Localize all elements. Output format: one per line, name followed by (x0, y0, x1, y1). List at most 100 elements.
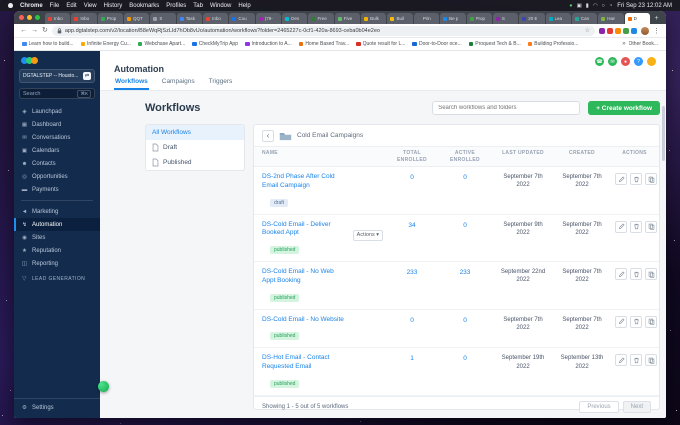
help-icon[interactable]: ? (634, 57, 643, 66)
maximize-window-button[interactable] (35, 15, 40, 20)
browser-tab[interactable]: Free (308, 13, 334, 24)
browser-tab[interactable]: Inbo (45, 13, 71, 24)
bookmark-item[interactable]: Home Based Trav... (298, 41, 349, 47)
minimize-window-button[interactable] (27, 15, 32, 20)
delete-button[interactable] (630, 173, 642, 185)
bookmark-item[interactable]: Webchase Apart... (137, 41, 185, 47)
bookmark-item[interactable]: Quote result for L... (356, 41, 405, 47)
new-tab-button[interactable]: + (651, 13, 662, 24)
duplicate-button[interactable] (645, 268, 657, 281)
duplicate-button[interactable] (645, 354, 657, 367)
delete-button[interactable] (630, 354, 642, 367)
browser-tab[interactable]: Prop (97, 13, 124, 24)
browser-tab[interactable]: Task (176, 13, 203, 24)
forward-nav-icon[interactable]: → (31, 27, 38, 34)
total-enrolled-value[interactable]: 0 (386, 316, 438, 343)
total-enrolled-value[interactable]: 34 (386, 221, 438, 257)
browser-tab[interactable]: Des (282, 13, 308, 24)
message-icon[interactable]: ✉ (608, 57, 617, 66)
menubar-item-view[interactable]: View (84, 3, 97, 9)
create-workflow-button[interactable]: + Create workflow (588, 101, 660, 115)
battery-icon[interactable]: ▮ (586, 3, 589, 9)
browser-tab[interactable]: Five (334, 13, 361, 24)
back-button[interactable]: ‹ (262, 129, 274, 142)
bookmark-star-icon[interactable]: ☆ (585, 27, 590, 34)
delete-button[interactable] (630, 315, 642, 328)
sidebar-item-payments[interactable]: ▬ Payments (14, 183, 100, 196)
browser-tab[interactable]: 20 E (519, 13, 545, 24)
menubar-item-window[interactable]: Window (210, 3, 231, 9)
browser-tab[interactable]: S (492, 13, 519, 24)
bookmark-item[interactable]: Building Professio... (527, 41, 578, 47)
workflow-link[interactable]: DS-Cold Email - No Website (262, 316, 346, 325)
active-enrolled-value[interactable]: 0 (438, 221, 492, 257)
extension-icon[interactable] (607, 27, 613, 34)
row-actions-dropdown[interactable]: Actions ▾ (352, 229, 383, 241)
sidebar-item-marketing[interactable]: ◄ Marketing (14, 205, 100, 218)
bookmark-item[interactable]: Proquest Tech & B... (468, 41, 521, 47)
total-enrolled-value[interactable]: 0 (386, 173, 438, 209)
menubar-item-edit[interactable]: Edit (66, 3, 76, 9)
sidebar-item-settings[interactable]: ⚙ Settings (14, 401, 100, 414)
menubar-clock[interactable]: Fri Sep 23 12:02 AM (617, 3, 672, 9)
avatar[interactable] (647, 57, 656, 66)
menubar-item-file[interactable]: File (50, 3, 60, 9)
control-center-icon[interactable]: ◔ (609, 3, 612, 9)
edit-button[interactable] (615, 173, 627, 185)
workflow-link[interactable]: DS-Cold Email - Deliver Booked Appt (262, 221, 346, 239)
browser-tab[interactable]: Prop (466, 13, 492, 24)
previous-page-button[interactable]: Previous (579, 400, 619, 413)
active-enrolled-value[interactable]: 0 (438, 173, 492, 209)
browser-profile-avatar[interactable] (641, 26, 649, 35)
sidebar-item-contacts[interactable]: ☻ Contacts (14, 157, 100, 170)
browser-tab[interactable]: D (624, 13, 650, 24)
other-bookmarks-folder[interactable]: Other Book... (629, 41, 658, 47)
menubar-item-profiles[interactable]: Profiles (166, 3, 186, 9)
extension-icon[interactable] (631, 27, 637, 34)
workflow-link[interactable]: DS-2nd Phase After Cold Email Campaign (262, 173, 346, 191)
delete-button[interactable] (630, 220, 642, 233)
chat-widget-button[interactable] (98, 381, 109, 392)
total-enrolled-value[interactable]: 1 (386, 354, 438, 390)
url-field[interactable]: app.dgtalstep.com/v2/location/B8eWqRjSzL… (51, 25, 595, 36)
edit-button[interactable] (615, 268, 627, 281)
browser-tab[interactable]: Prin (413, 13, 440, 24)
workflows-search-input[interactable] (432, 101, 581, 115)
account-switcher[interactable]: DGTALSTEP -- Housto... ⇄ (19, 69, 95, 83)
sidebar-item-conversations[interactable]: ✉ Conversations (14, 131, 100, 144)
edit-button[interactable] (615, 354, 627, 367)
browser-tab[interactable]: QQT (124, 13, 150, 24)
bookmark-item[interactable]: Introduction to A... (245, 41, 292, 47)
menubar-item-tab[interactable]: Tab (193, 3, 203, 9)
duplicate-button[interactable] (645, 220, 657, 233)
extension-icon[interactable] (599, 27, 605, 34)
scrollbar-thumb[interactable] (662, 106, 665, 161)
spotlight-icon[interactable]: ○ (602, 3, 605, 9)
phone-icon[interactable]: ☎ (595, 57, 604, 66)
browser-tab[interactable]: Cou (229, 13, 255, 24)
tab-campaigns[interactable]: Campaigns (161, 77, 196, 90)
sidebar-search-input[interactable]: Search ⌘K (19, 88, 95, 99)
bookmark-item[interactable]: Door-to-Door oce... (412, 41, 462, 47)
bookmark-item[interactable]: Learn how to build... (22, 41, 74, 47)
browser-tab[interactable]: (79- (255, 13, 282, 24)
workflow-link[interactable]: DS-Hot Email - Contact Requested Email (262, 354, 346, 372)
menubar-item-history[interactable]: History (104, 3, 123, 9)
display-icon[interactable]: ▣ (577, 3, 582, 9)
sidebar-item-dashboard[interactable]: ▦ Dashboard (14, 118, 100, 131)
duplicate-button[interactable] (645, 173, 657, 185)
bookmarks-overflow-icon[interactable]: » (622, 41, 625, 47)
folder-item-published[interactable]: Published (146, 155, 244, 170)
browser-tab[interactable]: Lea (545, 13, 571, 24)
sidebar-item-sites[interactable]: ◉ Sites (14, 231, 100, 244)
sidebar-item-calendars[interactable]: ▣ Calendars (14, 144, 100, 157)
sidebar-item-lead-generation[interactable]: ▽ LEAD GENERATION (14, 272, 100, 285)
total-enrolled-value[interactable]: 233 (386, 268, 438, 304)
browser-tab[interactable]: Bulk (361, 13, 387, 24)
back-nav-icon[interactable]: ← (20, 27, 27, 34)
browser-tab[interactable]: Inbo (203, 13, 229, 24)
sidebar-item-reputation[interactable]: ★ Reputation (14, 244, 100, 257)
menubar-item-help[interactable]: Help (238, 3, 250, 9)
switch-account-icon[interactable]: ⇄ (83, 72, 91, 80)
tab-triggers[interactable]: Triggers (208, 77, 234, 90)
